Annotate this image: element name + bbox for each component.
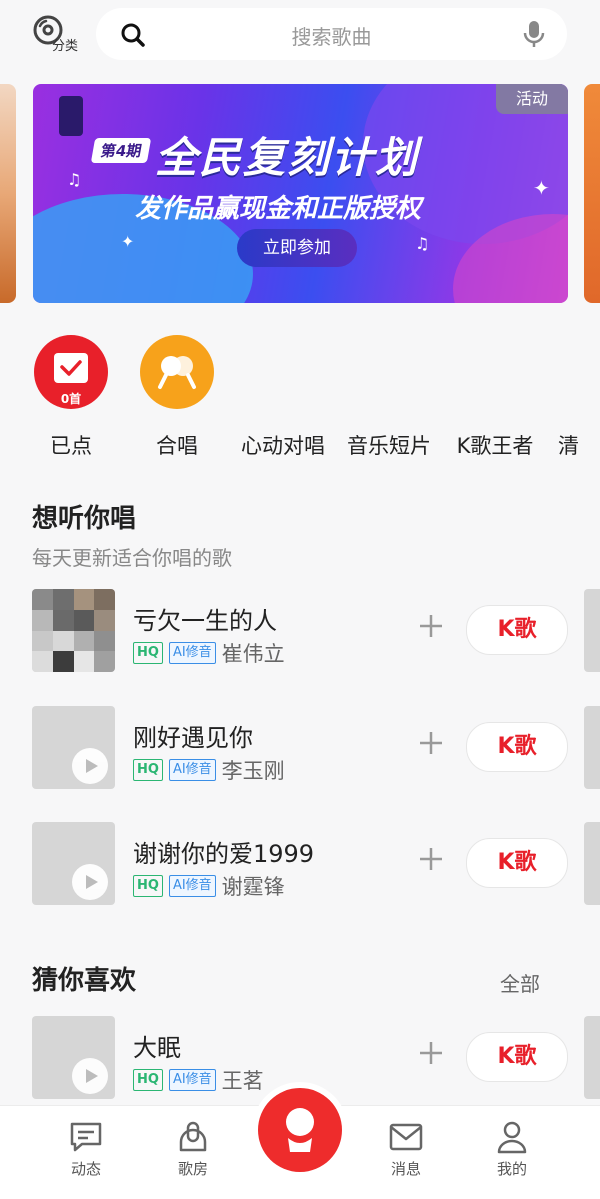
song-meta: HQ AI修音 王茗 <box>133 1068 264 1093</box>
search-input[interactable]: 搜索歌曲 <box>96 8 567 60</box>
banner-subtitle: 发作品赢现金和正版授权 <box>135 194 422 224</box>
view-all-link[interactable]: 全部 <box>500 968 540 997</box>
add-icon[interactable] <box>416 728 446 758</box>
category-label: 分类 <box>52 39 79 54</box>
nav-rooms[interactable]: 歌房 <box>153 1120 233 1179</box>
section-subtitle: 每天更新适合你唱的歌 <box>32 546 232 570</box>
next-column-peek <box>584 1016 600 1099</box>
add-icon[interactable] <box>416 611 446 641</box>
category-button[interactable]: 分类 <box>32 14 82 54</box>
song-name: 大眠 <box>133 1034 181 1062</box>
song-row[interactable]: 刚好遇见你 HQ AI修音 李玉刚 K歌 <box>32 706 600 790</box>
banner-issue: 第4期 <box>90 138 152 163</box>
song-row[interactable]: 谢谢你的爱1999 HQ AI修音 谢霆锋 K歌 <box>32 822 600 906</box>
nav-label: 我的 <box>496 1160 527 1178</box>
search-placeholder: 搜索歌曲 <box>291 25 372 49</box>
quick-entry-chorus[interactable]: 合唱 <box>122 330 232 470</box>
song-name: 亏欠一生的人 <box>133 607 277 635</box>
banner-title: 全民复刻计划 <box>155 133 420 182</box>
music-note-icon: ♫ <box>415 234 430 253</box>
sparkle-icon: ✦ <box>121 232 135 251</box>
cover-image <box>32 589 115 672</box>
banner-logo <box>59 96 83 136</box>
microphone-icon[interactable] <box>523 20 545 48</box>
sing-button[interactable]: K歌 <box>466 605 568 655</box>
play-icon[interactable] <box>72 864 108 900</box>
quick-entry-more[interactable]: 清 <box>540 330 600 470</box>
quick-entries: 0首 已点 合唱 心动对唱 音乐短片 K歌王者 清 <box>0 330 600 470</box>
quick-entry-mv[interactable]: 音乐短片 <box>334 330 444 470</box>
ai-tune-badge: AI修音 <box>168 759 216 781</box>
ai-tune-badge: AI修音 <box>168 1069 216 1091</box>
sing-button[interactable]: K歌 <box>466 1032 568 1082</box>
nav-feed[interactable]: 动态 <box>46 1120 126 1179</box>
add-icon[interactable] <box>416 844 446 874</box>
sing-center-button[interactable] <box>258 1088 342 1172</box>
quick-entry-duet[interactable]: 心动对唱 <box>228 330 338 470</box>
song-meta: HQ AI修音 李玉刚 <box>133 758 285 783</box>
banner-next-peek[interactable] <box>584 84 600 303</box>
sing-button[interactable]: K歌 <box>466 722 568 772</box>
quick-entry-selected[interactable]: 0首 已点 <box>16 330 126 470</box>
song-cover[interactable] <box>32 1016 115 1099</box>
singer-name: 谢霆锋 <box>221 875 285 899</box>
chorus-icon <box>140 335 214 409</box>
singer-name: 崔伟立 <box>221 642 285 666</box>
activity-banner[interactable]: 第4期 全民复刻计划 发作品赢现金和正版授权 立即参加 ♫ ✦ ♫ ✦ 活动 <box>33 84 568 303</box>
ai-tune-badge: AI修音 <box>168 642 216 664</box>
singer-name: 李玉刚 <box>221 759 285 783</box>
quick-entry-label: 清 <box>558 434 579 458</box>
nav-profile[interactable]: 我的 <box>472 1120 552 1179</box>
song-row[interactable]: 亏欠一生的人 HQ AI修音 崔伟立 K歌 <box>32 589 600 673</box>
next-column-peek <box>584 589 600 672</box>
quick-entry-king[interactable]: K歌王者 <box>440 330 550 470</box>
music-note-icon: ♫ <box>67 170 82 189</box>
selected-songs-icon: 0首 <box>34 335 108 409</box>
join-button[interactable]: 立即参加 <box>237 229 357 267</box>
play-icon[interactable] <box>72 748 108 784</box>
section-title: 猜你喜欢 <box>32 966 137 996</box>
mic-room-icon <box>179 1121 207 1152</box>
section-title: 想听你唱 <box>32 504 137 534</box>
chat-icon <box>70 1122 102 1152</box>
user-icon <box>497 1121 527 1154</box>
banner-prev-peek[interactable] <box>0 84 16 303</box>
song-cover[interactable] <box>32 589 115 672</box>
top-bar: 分类 搜索歌曲 <box>0 0 600 72</box>
activity-tag: 活动 <box>496 84 568 114</box>
play-icon[interactable] <box>72 1058 108 1094</box>
mail-icon <box>389 1123 423 1151</box>
song-meta: HQ AI修音 谢霆锋 <box>133 874 285 899</box>
ai-tune-badge: AI修音 <box>168 875 216 897</box>
hq-badge: HQ <box>133 875 163 897</box>
add-icon[interactable] <box>416 1038 446 1068</box>
nav-label: 歌房 <box>177 1160 208 1178</box>
nav-messages[interactable]: 消息 <box>366 1120 446 1179</box>
hq-badge: HQ <box>133 759 163 781</box>
song-cover[interactable] <box>32 822 115 905</box>
sing-icon <box>286 1108 314 1152</box>
next-column-peek <box>584 706 600 789</box>
next-column-peek <box>584 822 600 905</box>
song-cover[interactable] <box>32 706 115 789</box>
song-name: 谢谢你的爱1999 <box>133 840 315 868</box>
song-name: 刚好遇见你 <box>133 724 253 752</box>
nav-label: 动态 <box>70 1160 101 1178</box>
sparkle-icon: ✦ <box>533 176 550 200</box>
hq-badge: HQ <box>133 1069 163 1091</box>
sing-button[interactable]: K歌 <box>466 838 568 888</box>
hq-badge: HQ <box>133 642 163 664</box>
song-meta: HQ AI修音 崔伟立 <box>133 641 285 666</box>
nav-label: 消息 <box>390 1160 421 1178</box>
selected-count-badge: 0首 <box>60 392 82 406</box>
